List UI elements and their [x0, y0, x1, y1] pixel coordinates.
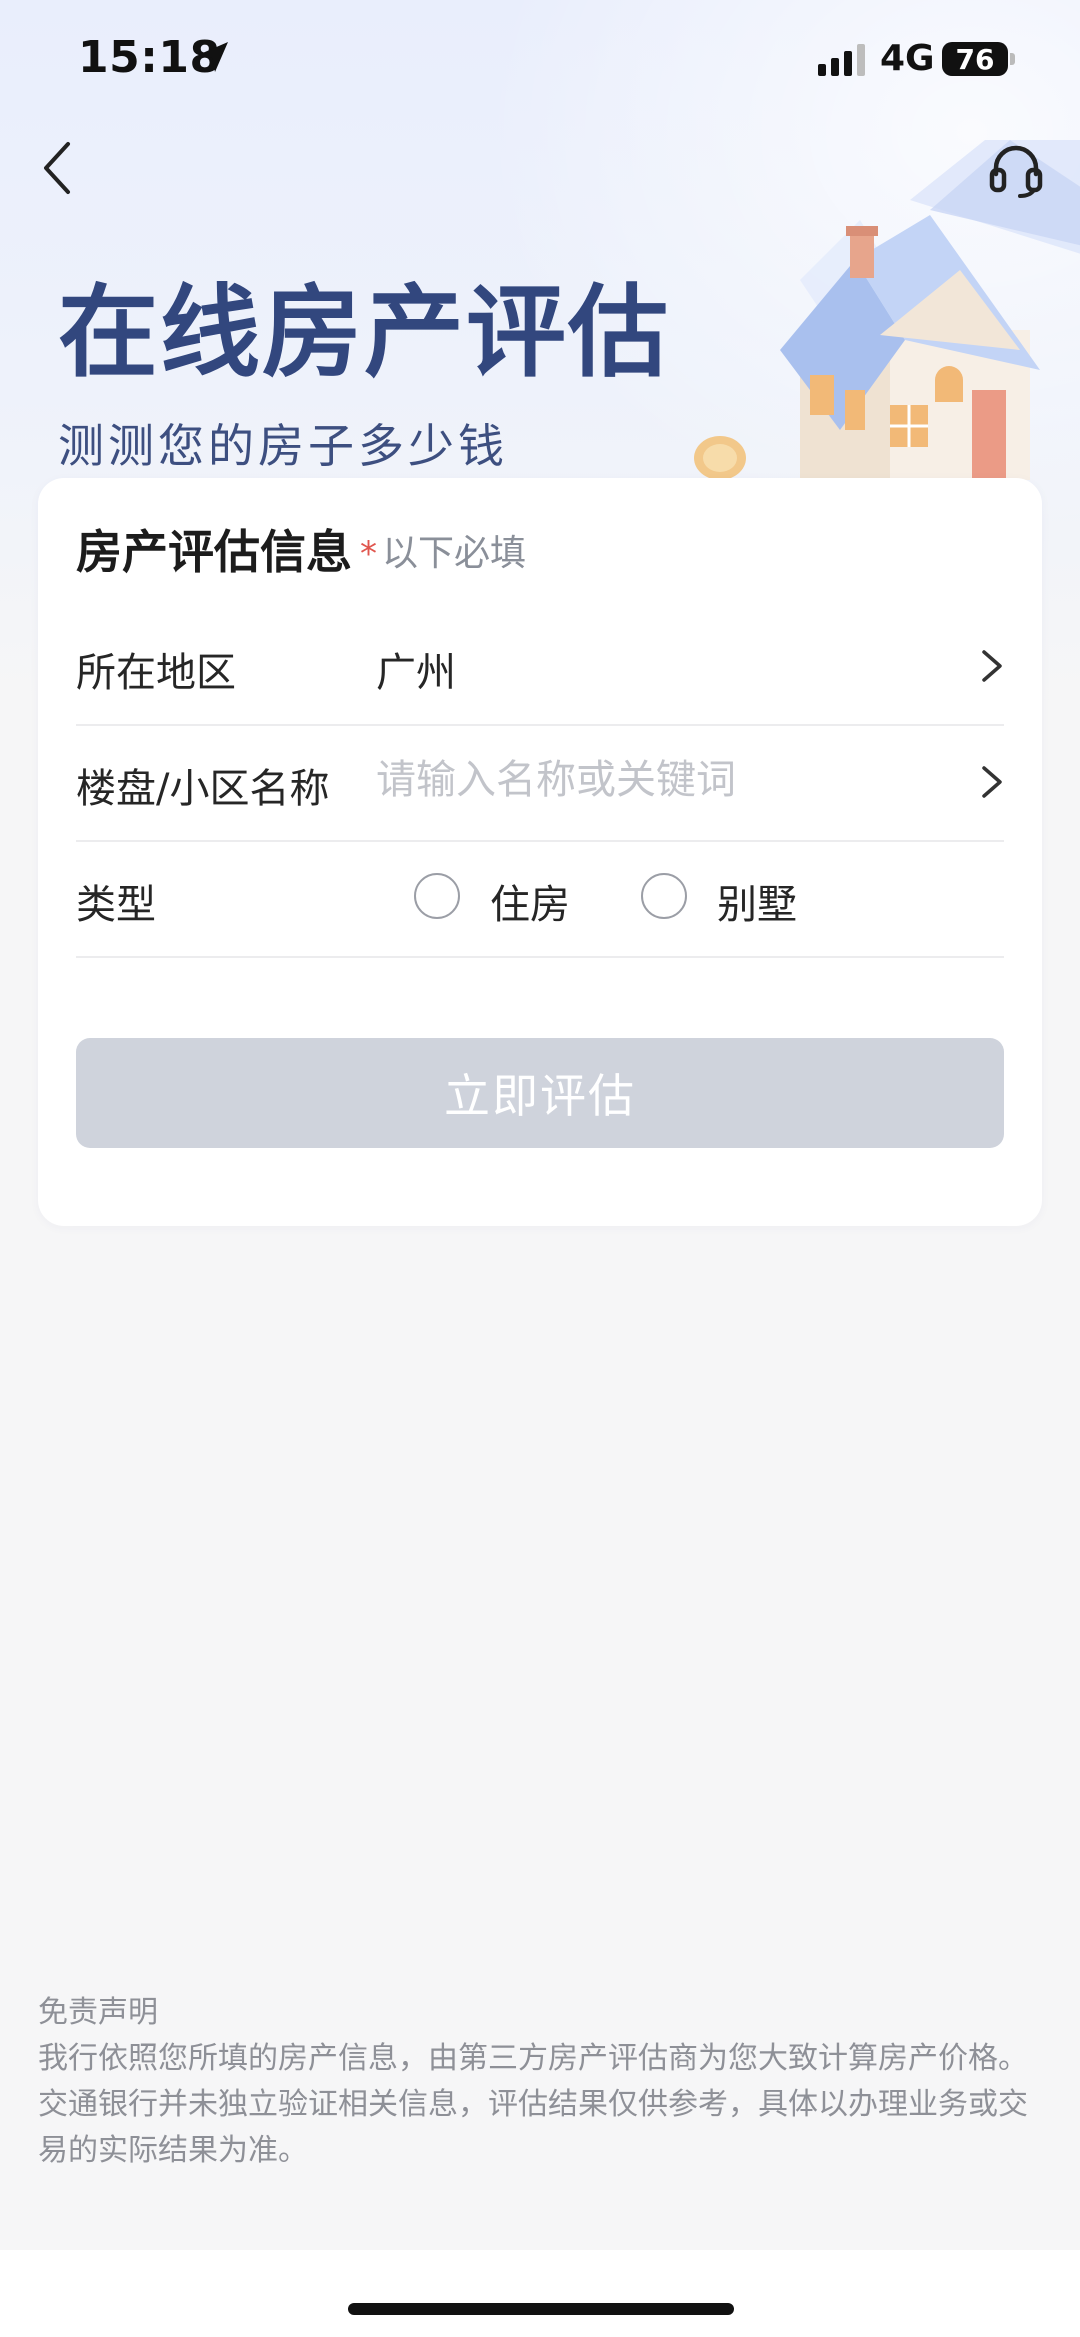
estate-name-row[interactable]: 楼盘/小区名称 [76, 724, 1004, 842]
required-star: * [360, 534, 377, 574]
network-type: 4G [880, 38, 935, 79]
estate-name-label: 楼盘/小区名称 [76, 766, 330, 812]
region-label: 所在地区 [76, 650, 236, 696]
type-row: 类型 住房 别墅 [76, 840, 1004, 958]
page-title: 在线房产评估 [58, 273, 670, 391]
region-value: 广州 [376, 650, 456, 696]
battery-icon: 76 [942, 42, 1008, 76]
disclaimer: 免责声明 我行依照您所填的房产信息，由第三方房产评估商为您大致计算房产价格。交通… [38, 1990, 1048, 2174]
chevron-right-icon [982, 650, 1002, 682]
disclaimer-body: 我行依照您所填的房产信息，由第三方房产评估商为您大致计算房产价格。交通银行并未独… [38, 2041, 1028, 2168]
type-label: 类型 [76, 882, 156, 928]
location-arrow-icon [198, 42, 228, 72]
evaluate-button[interactable]: 立即评估 [76, 1038, 1004, 1148]
radio-villa-label[interactable]: 别墅 [717, 872, 797, 930]
chevron-left-icon[interactable] [38, 138, 78, 198]
radio-residence[interactable] [414, 873, 460, 919]
disclaimer-title: 免责声明 [38, 1995, 158, 2030]
home-indicator[interactable] [348, 2303, 734, 2315]
radio-residence-label[interactable]: 住房 [490, 872, 570, 930]
required-note: 以下必填 [382, 533, 527, 574]
bottom-safe-area [0, 2250, 1080, 2337]
region-row[interactable]: 所在地区 广州 [76, 608, 1004, 726]
page-subtitle: 测测您的房子多少钱 [58, 419, 508, 473]
evaluation-form-card: 房产评估信息 * 以下必填 所在地区 广州 楼盘/小区名称 类型 住房 别墅 立… [38, 478, 1042, 1226]
battery-tip [1010, 53, 1015, 65]
status-bar: 15:18 4G 76 [0, 0, 1080, 120]
radio-villa[interactable] [641, 873, 687, 919]
headset-icon[interactable] [986, 138, 1046, 198]
estate-name-input[interactable] [376, 750, 936, 810]
battery-level: 76 [955, 42, 995, 76]
form-title: 房产评估信息 [76, 525, 352, 579]
cellular-signal-icon [818, 44, 865, 76]
chevron-right-icon [982, 766, 1002, 798]
